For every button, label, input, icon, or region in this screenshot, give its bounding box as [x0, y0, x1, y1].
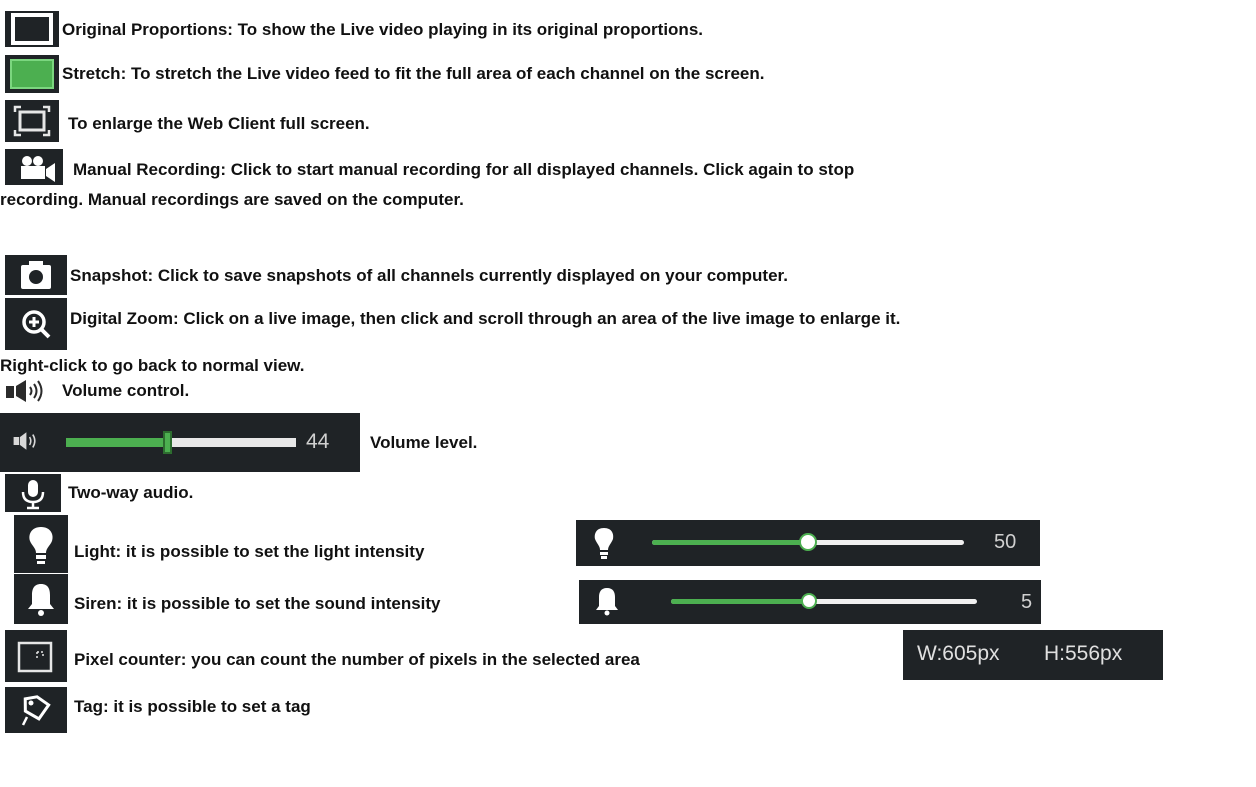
- speaker-icon[interactable]: [4, 378, 60, 404]
- pixel-counter-description: Pixel counter: you can count the number …: [74, 650, 640, 669]
- manual-recording-description-line1: Manual Recording: Click to start manual …: [73, 160, 855, 179]
- light-bulb-icon: [594, 528, 614, 559]
- fullscreen-icon[interactable]: [5, 100, 59, 142]
- light-description: Light: it is possible to set the light i…: [74, 542, 425, 561]
- speaker-icon: [13, 432, 36, 450]
- camera-icon[interactable]: [5, 255, 67, 295]
- light-slider-fill: [652, 540, 808, 545]
- volume-slider-fill: [66, 438, 168, 447]
- volume-slider-handle[interactable]: [163, 431, 173, 454]
- original-proportions-description: Original Proportions: To show the Live v…: [62, 20, 703, 39]
- stretch-icon[interactable]: [5, 55, 59, 93]
- digital-zoom-description-line1: Digital Zoom: Click on a live image, the…: [70, 309, 901, 328]
- light-bulb-icon[interactable]: [14, 515, 68, 573]
- manual-recording-description-line2: recording. Manual recordings are saved o…: [0, 190, 464, 209]
- fullscreen-description: To enlarge the Web Client full screen.: [68, 114, 370, 133]
- volume-slider-panel: 44: [0, 413, 360, 472]
- pixel-counter-readout: W:605px H:556px: [903, 630, 1163, 680]
- volume-level-description: Volume level.: [370, 433, 478, 452]
- stretch-description: Stretch: To stretch the Live video feed …: [62, 64, 765, 83]
- siren-slider-panel: 5: [579, 580, 1041, 624]
- pixel-width-value: W:605px: [917, 642, 1000, 665]
- light-value: 50: [994, 531, 1017, 553]
- video-camera-icon[interactable]: [5, 149, 63, 185]
- microphone-icon[interactable]: [5, 474, 61, 512]
- snapshot-description: Snapshot: Click to save snapshots of all…: [70, 266, 788, 285]
- siren-value: 5: [1021, 591, 1033, 613]
- tag-description: Tag: it is possible to set a tag: [74, 697, 311, 716]
- volume-value: 44: [306, 430, 330, 453]
- pixel-counter-icon[interactable]: [5, 630, 67, 682]
- light-slider[interactable]: [652, 533, 964, 551]
- digital-zoom-description-line2: Right-click to go back to normal view.: [0, 356, 305, 375]
- volume-control-description: Volume control.: [62, 381, 190, 400]
- zoom-in-icon[interactable]: [5, 298, 67, 350]
- pixel-height-value: H:556px: [1044, 642, 1123, 665]
- siren-slider-handle[interactable]: [800, 593, 817, 609]
- bell-icon: [596, 588, 618, 616]
- light-slider-panel: 50: [576, 520, 1040, 566]
- tag-icon[interactable]: [5, 687, 67, 733]
- siren-slider[interactable]: [671, 593, 977, 609]
- volume-slider[interactable]: [66, 431, 296, 454]
- bell-icon[interactable]: [14, 574, 68, 624]
- two-way-audio-description: Two-way audio.: [68, 483, 194, 502]
- siren-description: Siren: it is possible to set the sound i…: [74, 594, 441, 613]
- original-proportions-icon[interactable]: [5, 11, 59, 47]
- siren-slider-fill: [671, 599, 809, 604]
- light-slider-handle[interactable]: [799, 533, 817, 551]
